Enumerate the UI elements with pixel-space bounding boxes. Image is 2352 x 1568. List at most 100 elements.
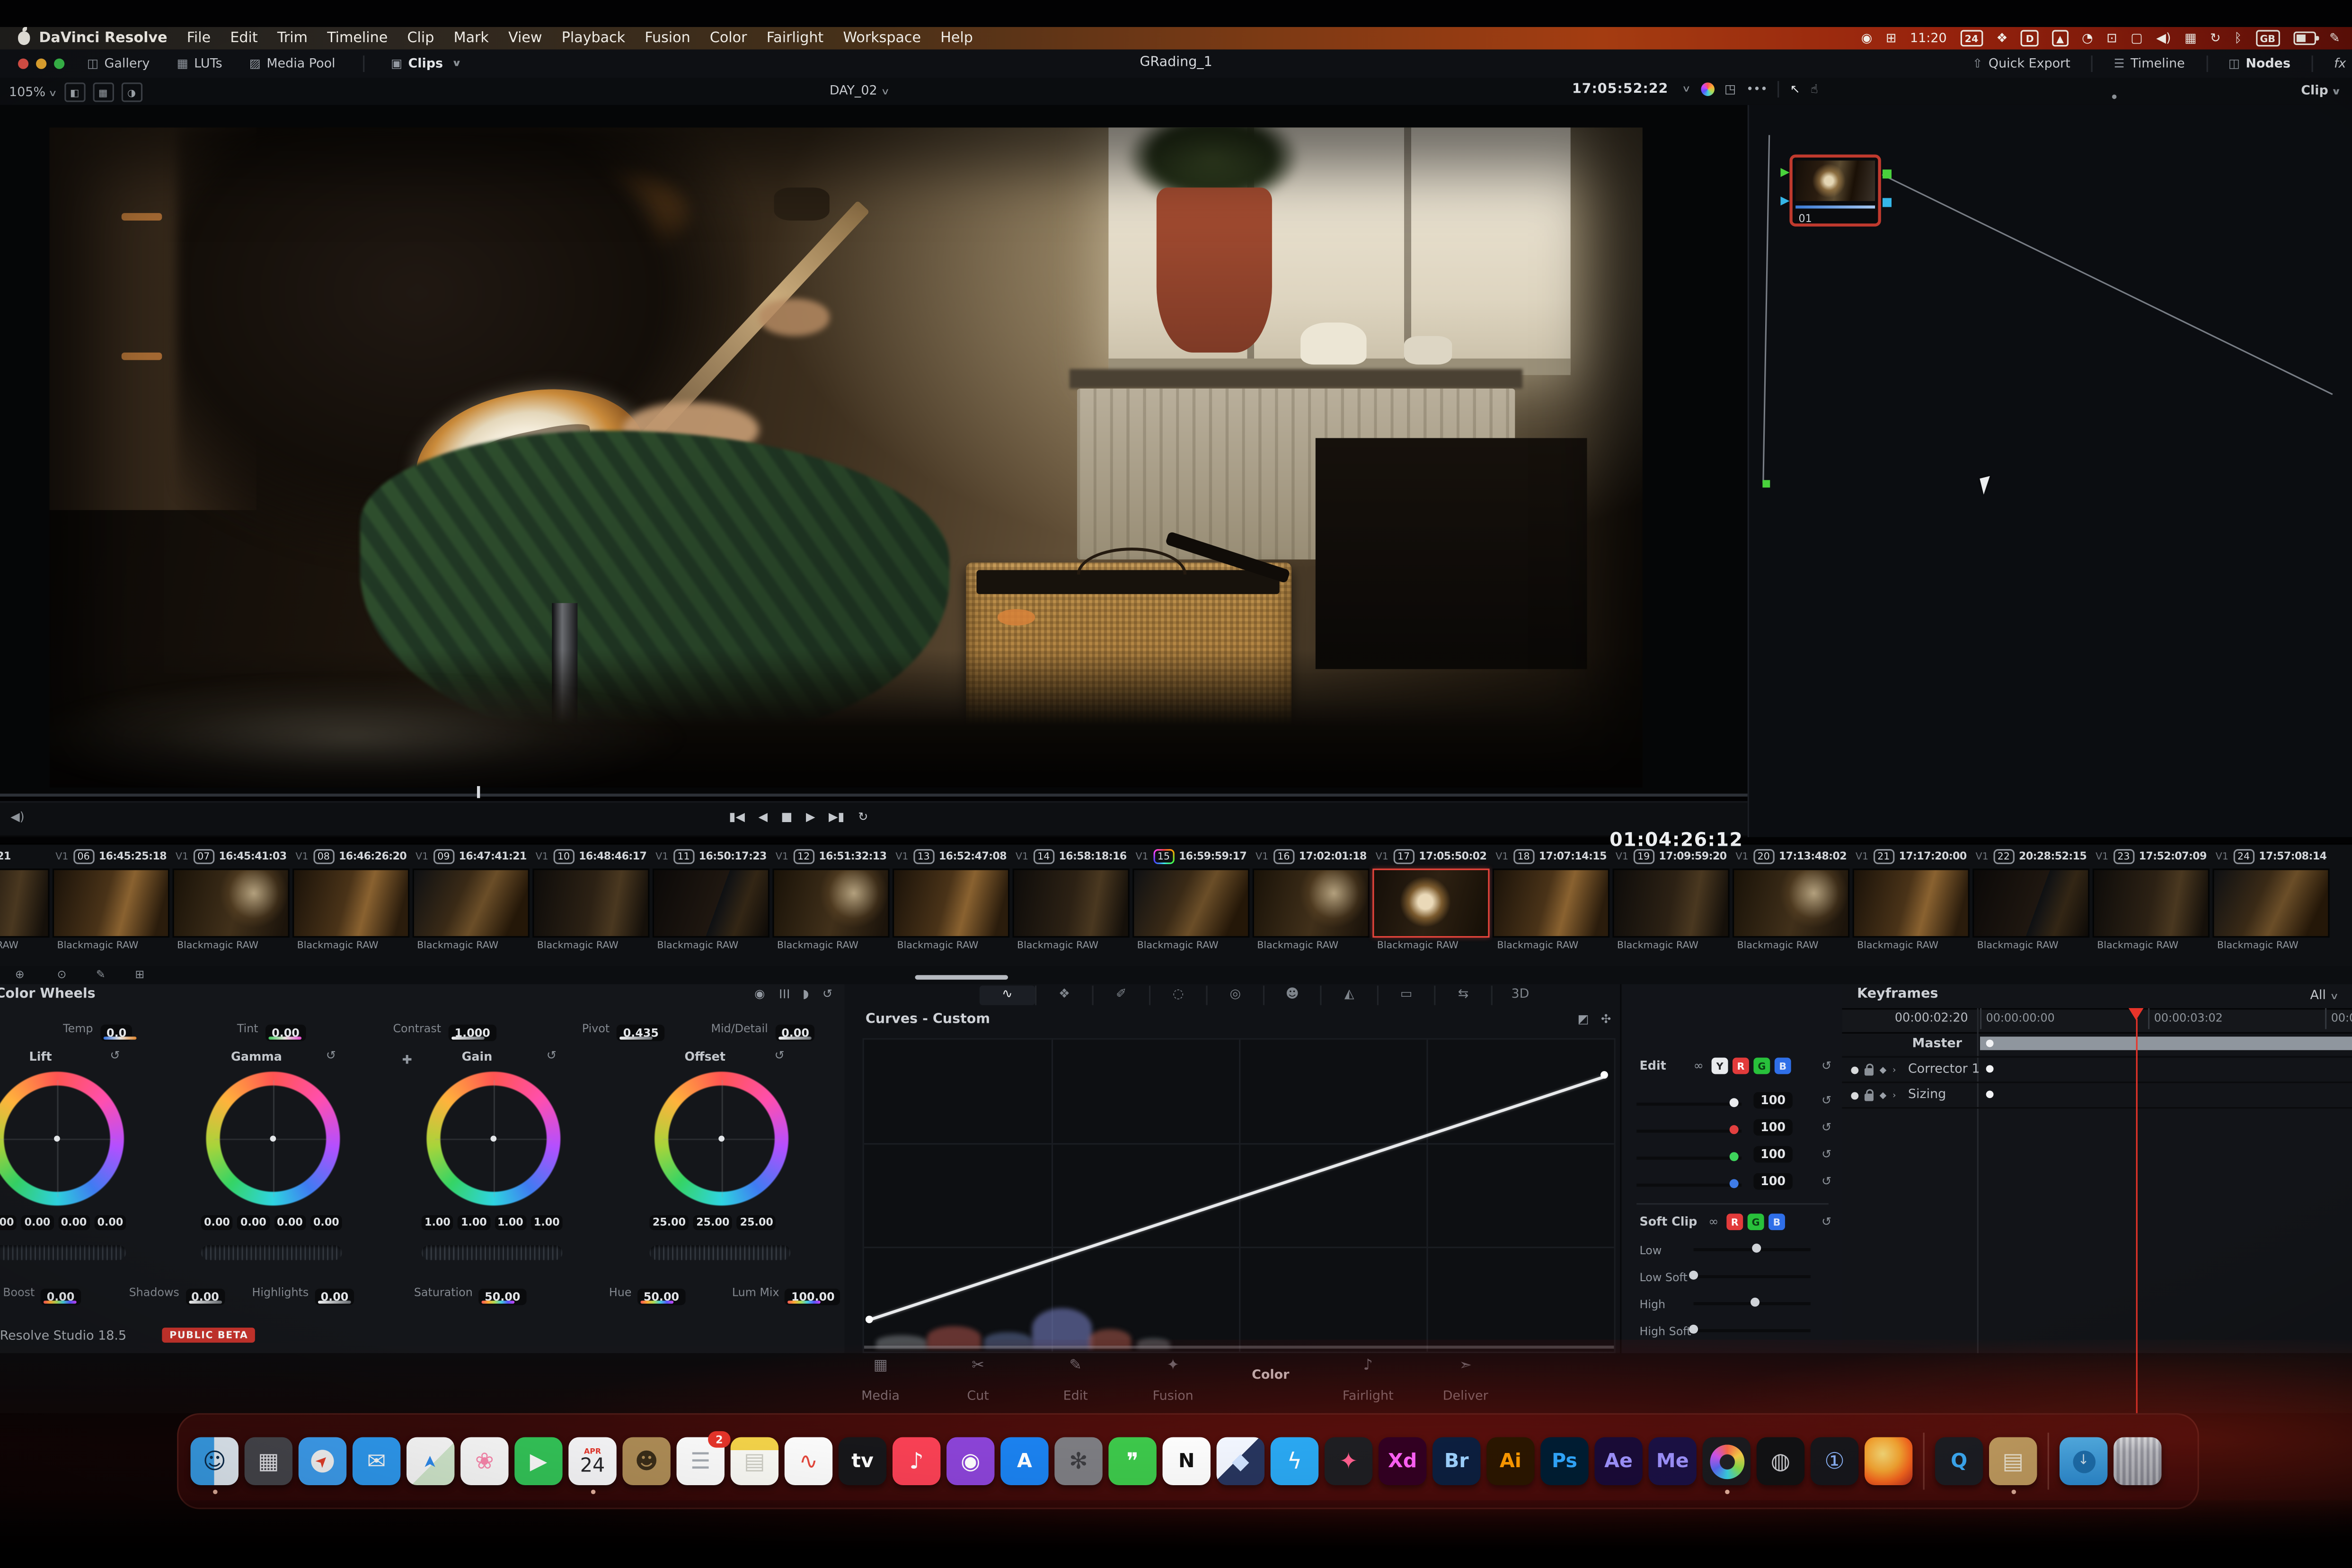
key-input-port[interactable] — [1780, 196, 1790, 206]
timeline-clip-15[interactable]: V1 15 16:59:59:17 Blackmagic RAW — [1131, 845, 1251, 968]
blur-icon[interactable]: ◭ — [1320, 985, 1377, 1005]
softclip-channel-g-button[interactable]: G — [1747, 1214, 1764, 1231]
curve-graph[interactable] — [862, 1038, 1616, 1354]
curves-tool-icon[interactable]: ∿ — [979, 985, 1035, 1005]
menu-edit[interactable]: Edit — [230, 30, 257, 46]
timeline-clip-19[interactable]: V1 19 17:09:59:20 Blackmagic RAW — [1611, 845, 1731, 968]
timeline-clip-14[interactable]: V1 14 16:58:18:16 Blackmagic RAW — [1011, 845, 1131, 968]
curve-point-high[interactable] — [1600, 1071, 1608, 1079]
timeline-clip-18[interactable]: V1 18 17:07:14:15 Blackmagic RAW — [1491, 845, 1611, 968]
grade-indicator-icon[interactable] — [1700, 82, 1714, 96]
pie-menu-icon[interactable]: ◔ — [2082, 31, 2093, 46]
skip-end-icon[interactable]: ▶▮ — [829, 810, 844, 824]
wheel-value[interactable]: 1.00 — [494, 1215, 527, 1231]
menubar-clock[interactable]: 11:20 — [1910, 31, 1947, 46]
slider-knob[interactable] — [1729, 1098, 1739, 1107]
clip-thumbnail[interactable] — [772, 868, 890, 938]
single-clip-view-icon[interactable]: ◧ — [64, 82, 85, 102]
timeline-clip-08[interactable]: V1 08 16:46:26:20 Blackmagic RAW — [291, 845, 411, 968]
dock-safari-icon[interactable]: ➤ — [298, 1437, 347, 1486]
node-graph-mode-select[interactable]: Clip ∨ — [2301, 84, 2342, 99]
timeline-clip-17[interactable]: V1 17 17:05:50:02 Blackmagic RAW — [1371, 845, 1491, 968]
input-language-badge[interactable]: GB — [2255, 30, 2280, 47]
high-soft-slider[interactable] — [1693, 1329, 1811, 1332]
low-soft-slider[interactable] — [1693, 1275, 1811, 1277]
timeline-clip-24[interactable]: V1 24 17:57:08:14 Blackmagic RAW — [2211, 845, 2331, 968]
viewer-zoom-select[interactable]: 105% ∨ — [9, 85, 58, 100]
mute-icon[interactable]: ◀) — [10, 810, 24, 824]
adjust-tint[interactable]: Tint 0.00 — [237, 1014, 306, 1043]
clip-number[interactable]: 11 — [672, 848, 695, 864]
add-version-icon[interactable]: ⊕ — [15, 967, 25, 981]
clip-thumbnail[interactable] — [2092, 868, 2210, 938]
corrector-node-01[interactable]: 01 — [1780, 154, 1892, 227]
dock-notion-icon[interactable]: N — [1162, 1437, 1211, 1486]
dock-reminders-icon[interactable]: ☰ 2 — [676, 1431, 731, 1486]
clip-thumbnail[interactable] — [1012, 868, 1130, 938]
dock-zap-icon[interactable]: ϟ — [1270, 1437, 1319, 1486]
reset-icon[interactable]: ↺ — [1821, 1175, 1831, 1188]
clip-thumbnail[interactable] — [1852, 868, 1970, 938]
channel-b-button[interactable]: B — [1774, 1057, 1791, 1074]
param-color-boost[interactable]: Color Boost0.00 — [0, 1278, 81, 1307]
clip-thumbnail[interactable] — [412, 868, 530, 938]
menu-trim[interactable]: Trim — [277, 30, 308, 46]
dock-davinci-resolve-icon[interactable] — [1702, 1437, 1751, 1495]
dock-adobe-bridge-icon[interactable]: Br — [1432, 1437, 1481, 1486]
dock-craft-icon[interactable]: ◆ — [1216, 1437, 1265, 1486]
viewer-timecode[interactable]: 17:05:52:22 — [1572, 82, 1669, 97]
dock-podcasts-icon[interactable]: ◉ — [946, 1437, 995, 1486]
battery-icon[interactable] — [2293, 31, 2319, 45]
calendar-menu-icon[interactable]: 24 — [1960, 30, 1983, 47]
dock-adobe-photoshop-icon[interactable]: Ps — [1540, 1437, 1589, 1486]
pointer-tool-icon[interactable]: ↖ — [1790, 82, 1800, 96]
reset-icon[interactable]: ↺ — [326, 1049, 336, 1063]
keyframe-track-sizing[interactable]: ◆ › Sizing — [1842, 1083, 2352, 1109]
menu-playback[interactable]: Playback — [562, 30, 625, 46]
wheel-value[interactable]: 0.00 — [274, 1215, 306, 1231]
dock-quicktime-icon[interactable]: Q — [1935, 1437, 1983, 1486]
wheel-value[interactable]: 1.00 — [531, 1215, 563, 1231]
loop-icon[interactable]: ↻ — [858, 810, 868, 824]
param-shadows[interactable]: Shadows 0.00 — [129, 1278, 225, 1307]
wheel-value[interactable]: 0.00 — [94, 1215, 126, 1231]
dock-contacts-icon[interactable]: ☻ — [622, 1437, 671, 1486]
menu-file[interactable]: File — [187, 30, 211, 46]
timeline-clip-21[interactable]: V1 21 17:17:20:00 Blackmagic RAW — [1851, 845, 1971, 968]
clip-number[interactable]: 14 — [1033, 848, 1054, 864]
menu-mark[interactable]: Mark — [454, 30, 489, 46]
dock-app-store-icon[interactable]: A — [1000, 1437, 1049, 1486]
log-wheels-icon[interactable]: ◗ — [803, 987, 809, 1001]
expand-viewer-icon[interactable]: ◳ — [1724, 82, 1736, 96]
wheel-value[interactable]: 0.00 — [21, 1215, 53, 1231]
rgb-input-port[interactable] — [1780, 168, 1790, 177]
grid-icon[interactable]: ⊞ — [135, 967, 144, 981]
clip-number[interactable]: 15 — [1153, 848, 1174, 863]
menu-help[interactable]: Help — [940, 30, 973, 46]
quick-export-button[interactable]: ⇧ Quick Export — [1972, 56, 2070, 71]
keyframe-track-master[interactable]: Master — [1842, 1032, 2352, 1058]
wheel-value[interactable]: 1.00 — [421, 1215, 454, 1231]
reset-icon[interactable]: ↺ — [775, 1049, 785, 1063]
wheel-mode-icon[interactable]: ✚ — [402, 1053, 412, 1067]
gain-wheel[interactable]: Gain ↺ 1.00 1.00 1.00 1.00 — [421, 1049, 566, 1275]
hand-tool-icon[interactable]: ☝ — [1811, 82, 1818, 96]
wheel-value[interactable]: 25.00 — [649, 1215, 689, 1231]
timeline-clip-13[interactable]: V1 13 16:52:47:08 Blackmagic RAW — [891, 845, 1011, 968]
clip-number[interactable]: 24 — [2233, 848, 2255, 864]
scrub-playhead[interactable] — [477, 786, 480, 798]
clip-number[interactable]: 07 — [193, 848, 214, 864]
reset-icon[interactable]: ↺ — [1821, 1094, 1831, 1107]
slider-knob[interactable] — [1689, 1270, 1698, 1280]
keyframe-track-corrector-1[interactable]: ◆ › Corrector 1 — [1842, 1058, 2352, 1083]
magic-mask-icon[interactable]: ☻ — [1263, 985, 1320, 1005]
channel-intensity-slider[interactable] — [1636, 1156, 1742, 1159]
dock-downloads-folder-icon[interactable]: ↓ — [2059, 1437, 2108, 1486]
param-lum-mix[interactable]: Lum Mix 100.00 — [732, 1278, 841, 1307]
key-icon[interactable]: ▭ — [1377, 985, 1434, 1005]
slider-knob[interactable] — [1729, 1179, 1739, 1188]
wheel-value[interactable]: 0.00 — [58, 1215, 90, 1231]
clip-number[interactable]: 16 — [1273, 848, 1295, 864]
viewer-scrub-bar[interactable] — [0, 793, 1748, 797]
clip-number[interactable]: 06 — [73, 848, 95, 864]
